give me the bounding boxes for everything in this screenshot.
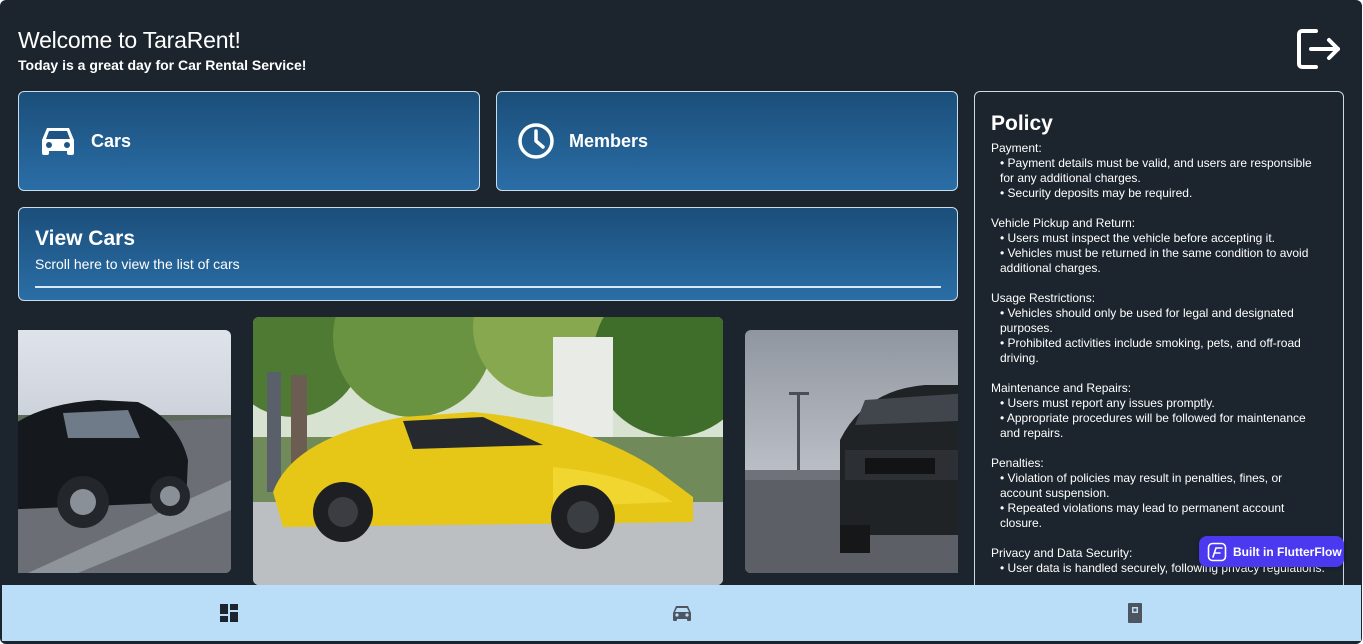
carousel-slide-lamborghini[interactable] bbox=[253, 317, 723, 585]
policy-section-usage: Usage Restrictions: • Vehicles should on… bbox=[991, 291, 1327, 366]
policy-item: • Appropriate procedures will be followe… bbox=[1000, 411, 1306, 440]
cars-tile-button[interactable]: Cars bbox=[18, 91, 480, 191]
view-cars-title: View Cars bbox=[35, 227, 136, 250]
car-carousel[interactable] bbox=[18, 317, 958, 585]
policy-heading: Vehicle Pickup and Return: bbox=[991, 216, 1136, 230]
policy-section-payment: Payment: • Payment details must be valid… bbox=[991, 141, 1327, 201]
members-tile-label: Members bbox=[569, 130, 649, 151]
policy-item: • Users must report any issues promptly. bbox=[1000, 396, 1215, 410]
policy-section-penalties: Penalties: • Violation of policies may r… bbox=[991, 456, 1327, 531]
policy-item: • Repeated violations may lead to perman… bbox=[1000, 501, 1285, 530]
view-cars-card: View Cars Scroll here to view the list o… bbox=[18, 207, 958, 301]
built-in-flutterflow-badge[interactable]: Built in FlutterFlow bbox=[1199, 536, 1344, 567]
policy-heading: Maintenance and Repairs: bbox=[991, 381, 1132, 395]
nav-item-book[interactable] bbox=[908, 585, 1361, 641]
header: Welcome to TaraRent! Today is a great da… bbox=[18, 26, 306, 73]
badge-label: Built in FlutterFlow bbox=[1233, 544, 1342, 559]
policy-section-maintenance: Maintenance and Repairs: • Users must re… bbox=[991, 381, 1327, 441]
policy-item: • Vehicles should only be used for legal… bbox=[1000, 306, 1294, 335]
policy-heading: Usage Restrictions: bbox=[991, 291, 1096, 305]
policy-item: • Vehicles must be returned in the same … bbox=[1000, 246, 1309, 275]
page-title: Welcome to TaraRent! bbox=[18, 27, 241, 53]
logout-button[interactable] bbox=[1296, 28, 1342, 70]
car-icon bbox=[39, 122, 77, 160]
nav-item-dashboard[interactable] bbox=[2, 585, 455, 641]
carousel-slide-mustang[interactable] bbox=[745, 330, 958, 573]
policy-item: • Violation of policies may result in pe… bbox=[1000, 471, 1283, 500]
dashboard-icon bbox=[219, 604, 238, 622]
flutterflow-logo-icon bbox=[1207, 542, 1227, 561]
members-tile-button[interactable]: Members bbox=[496, 91, 958, 191]
carousel-slide-porsche[interactable] bbox=[18, 330, 231, 573]
policy-title: Policy bbox=[991, 112, 1053, 135]
divider bbox=[35, 286, 941, 288]
policy-section-pickup: Vehicle Pickup and Return: • Users must … bbox=[991, 216, 1327, 276]
car-icon bbox=[672, 606, 691, 621]
policy-item: • Security deposits may be required. bbox=[1000, 186, 1193, 200]
policy-item: • Payment details must be valid, and use… bbox=[1000, 156, 1312, 185]
clock-icon bbox=[517, 122, 555, 160]
nav-item-cars[interactable] bbox=[455, 585, 908, 641]
cars-tile-label: Cars bbox=[91, 130, 132, 151]
policy-heading: Penalties: bbox=[991, 456, 1044, 470]
policy-panel[interactable]: Policy Payment: • Payment details must b… bbox=[974, 91, 1344, 601]
policy-item: • Prohibited activities include smoking,… bbox=[1000, 336, 1301, 365]
book-icon bbox=[1127, 603, 1142, 623]
bottom-navigation bbox=[2, 585, 1361, 641]
policy-item: • Users must inspect the vehicle before … bbox=[1000, 231, 1275, 245]
page-subtitle: Today is a great day for Car Rental Serv… bbox=[18, 57, 307, 73]
view-cars-hint: Scroll here to view the list of cars bbox=[35, 256, 240, 272]
app-window: Welcome to TaraRent! Today is a great da… bbox=[0, 0, 1362, 644]
logout-icon bbox=[1297, 29, 1340, 69]
policy-heading: Payment: bbox=[991, 141, 1042, 155]
